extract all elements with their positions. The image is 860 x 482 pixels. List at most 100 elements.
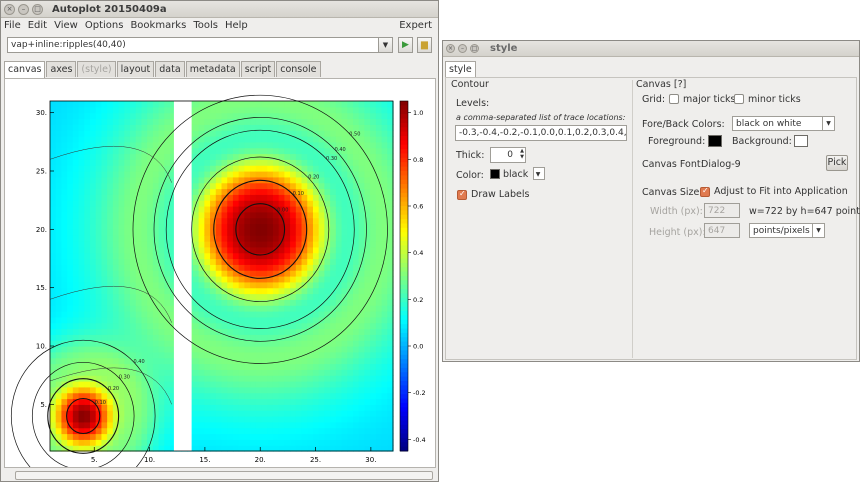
heatmap-cell: [347, 328, 354, 335]
tab-console[interactable]: console: [276, 61, 321, 77]
heatmap-cell: [284, 235, 291, 242]
heatmap-cell: [278, 398, 285, 405]
menu-file[interactable]: File: [4, 20, 21, 31]
close-window-icon[interactable]: ×: [4, 3, 15, 15]
heatmap-cell: [101, 346, 108, 353]
heatmap-cell: [55, 398, 63, 405]
heatmap-cell: [335, 235, 343, 242]
heatmap-cell: [335, 421, 343, 429]
heatmap-cell: [95, 194, 103, 201]
heatmap-cell: [324, 363, 331, 370]
maximize-window-icon[interactable]: □: [32, 3, 43, 15]
foreground-color-swatch[interactable]: [708, 135, 722, 147]
thick-spinner[interactable]: 0 ▲ ▼: [490, 147, 526, 163]
heatmap-cell: [72, 223, 80, 230]
major-ticks-checkbox[interactable]: [669, 94, 679, 104]
tab-canvas[interactable]: canvas: [4, 61, 46, 78]
heatmap-cell: [158, 322, 165, 330]
heatmap-cell: [324, 410, 331, 417]
minimize-window-icon[interactable]: –: [18, 3, 29, 15]
tab-data[interactable]: data: [155, 61, 185, 77]
heatmap-cell: [375, 112, 383, 120]
heatmap-cell: [370, 421, 377, 429]
canvas-header[interactable]: Canvas [?]: [636, 79, 686, 90]
chevron-down-icon[interactable]: ▼: [379, 37, 393, 53]
heatmap-cell: [112, 363, 120, 370]
heatmap-cell: [318, 351, 325, 359]
contour-color-swatch[interactable]: [490, 169, 500, 179]
heatmap-cell: [341, 252, 348, 260]
heatmap-cell: [118, 130, 125, 137]
minor-ticks-checkbox[interactable]: [734, 94, 744, 104]
heatmap-cell: [158, 410, 165, 417]
heatmap-cell: [261, 147, 268, 155]
heatmap-cell: [301, 340, 308, 347]
tab-metadata[interactable]: metadata: [185, 61, 240, 77]
plot-canvas[interactable]: 0.00 0.10 0.20 0.30 0.40 0.50 0.10 0.20 0.30 0.40…: [4, 78, 436, 482]
tab-axes[interactable]: axes: [46, 61, 77, 77]
heatmap-cell: [67, 433, 74, 440]
heatmap-cell: [290, 416, 297, 423]
adjust-to-fit-checkbox[interactable]: [700, 186, 710, 197]
heatmap-cell: [284, 404, 291, 411]
fore-back-dropdown[interactable]: black on white ▼: [732, 116, 835, 131]
menu-help[interactable]: Help: [225, 20, 248, 31]
heatmap-cell: [164, 118, 171, 125]
heatmap-plot[interactable]: 0.000.100.200.300.400.500.100.200.300.40…: [5, 79, 435, 482]
background-color-swatch[interactable]: [794, 135, 808, 147]
heatmap-cell: [232, 404, 240, 411]
heatmap-cell: [290, 305, 297, 312]
data-source-input[interactable]: vap+inline:ripples(40,40): [7, 37, 379, 53]
heatmap-cell: [107, 246, 114, 254]
minimize-window-icon[interactable]: –: [458, 44, 467, 53]
heatmap-cell: [147, 176, 154, 184]
heatmap-cell: [301, 287, 308, 295]
heatmap-cell: [295, 375, 303, 382]
close-window-icon[interactable]: ×: [446, 44, 455, 53]
play-icon[interactable]: ▶: [398, 37, 413, 53]
adjust-to-fit-label[interactable]: Adjust to Fit into Application: [714, 186, 848, 197]
heatmap-cell: [272, 106, 280, 114]
heatmap-cell: [192, 281, 200, 289]
folder-icon[interactable]: ▆: [417, 37, 432, 53]
menu-bookmarks[interactable]: Bookmarks: [130, 20, 186, 31]
tab-style-panel[interactable]: style: [445, 61, 476, 78]
heatmap-cell: [135, 101, 143, 108]
heatmap-cell: [152, 421, 160, 429]
horizontal-scrollbar[interactable]: [15, 471, 433, 480]
menu-edit[interactable]: Edit: [28, 20, 47, 31]
heatmap-cell: [215, 316, 223, 324]
contour-color-dropdown[interactable]: ▼: [533, 167, 545, 180]
heatmap-cell: [370, 153, 377, 160]
heatmap-cell: [358, 264, 366, 271]
heatmap-cell: [124, 404, 131, 411]
menu-options[interactable]: Options: [85, 20, 124, 31]
maximize-window-icon[interactable]: □: [470, 44, 479, 53]
heatmap-cell: [72, 241, 80, 248]
contour-color-value[interactable]: black: [503, 169, 528, 180]
colorbar-segment: [400, 214, 408, 220]
tab-script[interactable]: script: [240, 61, 276, 77]
major-ticks-label[interactable]: major ticks: [683, 94, 736, 105]
heatmap-cell: [352, 410, 360, 417]
heatmap-cell: [244, 369, 251, 376]
heatmap-cell: [284, 427, 291, 435]
menu-expert[interactable]: Expert: [399, 20, 432, 31]
heatmap-cell: [318, 369, 325, 376]
spinner-arrows-icon[interactable]: ▲ ▼: [520, 148, 524, 160]
units-dropdown[interactable]: points/pixels ▼: [749, 223, 825, 238]
menu-view[interactable]: View: [54, 20, 78, 31]
heatmap-cell: [352, 398, 360, 405]
heatmap-cell: [244, 293, 251, 300]
heatmap-cell: [204, 153, 211, 160]
levels-input[interactable]: -0.3,-0.4,-0.2,-0.1,0.0,0.1,0.2,0.3,0.4,…: [455, 125, 627, 141]
tab-layout[interactable]: layout: [116, 61, 155, 77]
heatmap-cell: [72, 351, 80, 359]
menu-tools[interactable]: Tools: [193, 20, 218, 31]
draw-labels-label[interactable]: Draw Labels: [471, 189, 529, 200]
draw-labels-checkbox[interactable]: [457, 189, 467, 200]
heatmap-cell: [312, 153, 320, 160]
pick-font-button[interactable]: Pick: [826, 155, 848, 171]
heatmap-cell: [295, 106, 303, 114]
minor-ticks-label[interactable]: minor ticks: [748, 94, 801, 105]
